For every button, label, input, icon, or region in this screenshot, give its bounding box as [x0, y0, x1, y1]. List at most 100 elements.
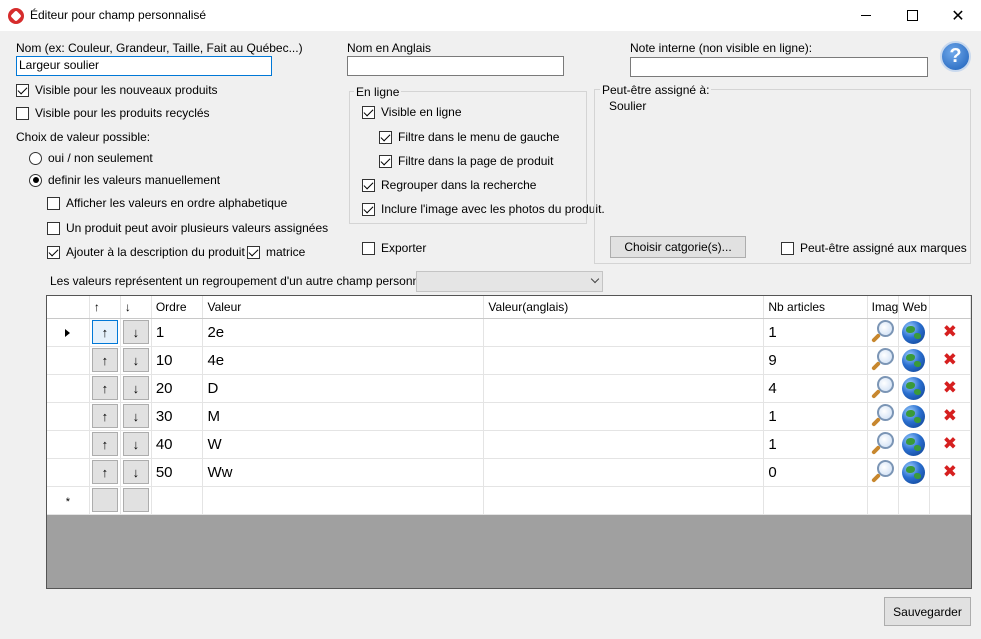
- magnifier-icon[interactable]: [870, 460, 895, 484]
- image-cell[interactable]: [867, 486, 899, 515]
- column-header-image[interactable]: Imag: [867, 296, 899, 319]
- count-cell[interactable]: 1: [763, 318, 868, 347]
- value-en-cell[interactable]: [483, 430, 765, 459]
- visible-new-checkbox[interactable]: Visible pour les nouveaux produits: [16, 83, 218, 97]
- value-en-cell[interactable]: [483, 318, 765, 347]
- close-button[interactable]: ✕: [935, 0, 981, 31]
- move-down-button[interactable]: [122, 488, 149, 512]
- visible-online-checkbox[interactable]: Visible en ligne: [362, 105, 462, 119]
- order-cell[interactable]: 1: [151, 318, 204, 347]
- row-header[interactable]: [47, 402, 90, 431]
- move-up-button[interactable]: ↑: [91, 460, 118, 484]
- table-row[interactable]: ↑ ↓ 30 M 1 ✖: [47, 402, 971, 431]
- row-header[interactable]: [47, 458, 90, 487]
- value-cell[interactable]: 4e: [202, 346, 485, 375]
- column-header-count[interactable]: Nb articles: [763, 296, 868, 319]
- filter-product-page-checkbox[interactable]: Filtre dans la page de produit: [379, 154, 553, 168]
- column-header-web[interactable]: Web: [898, 296, 930, 319]
- row-header[interactable]: *: [47, 486, 90, 515]
- column-header-delete[interactable]: [929, 296, 971, 319]
- alphabetical-checkbox[interactable]: Afficher les valeurs en ordre alphabetiq…: [47, 196, 287, 210]
- row-header[interactable]: [47, 374, 90, 403]
- delete-icon[interactable]: ✖: [930, 462, 970, 482]
- minimize-button[interactable]: [843, 0, 889, 31]
- row-header[interactable]: [47, 318, 90, 347]
- count-cell[interactable]: 9: [763, 346, 868, 375]
- radio-yes-no[interactable]: oui / non seulement: [29, 151, 153, 165]
- row-header[interactable]: [47, 430, 90, 459]
- move-down-button[interactable]: ↓: [122, 376, 149, 400]
- visible-recycled-checkbox[interactable]: Visible pour les produits recyclés: [16, 106, 210, 120]
- magnifier-icon[interactable]: [870, 432, 895, 456]
- choose-categories-button[interactable]: Choisir catgorie(s)...: [610, 236, 746, 258]
- column-header-value[interactable]: Valeur: [202, 296, 485, 319]
- globe-icon[interactable]: [902, 432, 926, 456]
- maximize-button[interactable]: [889, 0, 935, 31]
- filter-left-menu-checkbox[interactable]: Filtre dans le menu de gauche: [379, 130, 559, 144]
- web-cell[interactable]: [898, 486, 930, 515]
- delete-cell[interactable]: [929, 486, 971, 515]
- table-row[interactable]: ↑ ↓ 1 2e 1 ✖: [47, 318, 971, 347]
- value-cell[interactable]: D: [202, 374, 485, 403]
- column-header-value-en[interactable]: Valeur(anglais): [483, 296, 765, 319]
- move-down-button[interactable]: ↓: [122, 320, 149, 344]
- export-checkbox[interactable]: Exporter: [362, 241, 426, 255]
- delete-icon[interactable]: ✖: [930, 378, 970, 398]
- move-up-button[interactable]: ↑: [91, 404, 118, 428]
- add-description-checkbox[interactable]: Ajouter à la description du produit: [47, 245, 245, 259]
- move-up-button[interactable]: ↑: [91, 348, 118, 372]
- assign-brands-checkbox[interactable]: Peut-être assigné aux marques: [781, 241, 967, 255]
- value-en-cell[interactable]: [483, 346, 765, 375]
- value-en-cell[interactable]: [483, 374, 765, 403]
- move-down-button[interactable]: ↓: [122, 348, 149, 372]
- order-cell[interactable]: [151, 486, 204, 515]
- value-en-cell[interactable]: [483, 458, 765, 487]
- move-up-button[interactable]: ↑: [91, 320, 118, 344]
- row-header[interactable]: [47, 346, 90, 375]
- move-down-button[interactable]: ↓: [122, 460, 149, 484]
- delete-icon[interactable]: ✖: [930, 322, 970, 342]
- order-cell[interactable]: 10: [151, 346, 204, 375]
- help-icon[interactable]: ?: [940, 41, 971, 72]
- value-en-cell[interactable]: [483, 402, 765, 431]
- magnifier-icon[interactable]: [870, 376, 895, 400]
- internal-note-input[interactable]: [630, 57, 928, 77]
- group-search-checkbox[interactable]: Regrouper dans la recherche: [362, 178, 536, 192]
- table-row[interactable]: ↑ ↓ 40 W 1 ✖: [47, 430, 971, 459]
- english-name-input[interactable]: [347, 56, 564, 76]
- value-cell[interactable]: 2e: [202, 318, 485, 347]
- globe-icon[interactable]: [902, 376, 926, 400]
- globe-icon[interactable]: [902, 404, 926, 428]
- globe-icon[interactable]: [902, 348, 926, 372]
- name-input[interactable]: Largeur soulier: [16, 56, 272, 76]
- table-row[interactable]: ↑ ↓ 10 4e 9 ✖: [47, 346, 971, 375]
- magnifier-icon[interactable]: [870, 404, 895, 428]
- values-grid[interactable]: ↑ ↓ Ordre Valeur Valeur(anglais) Nb arti…: [46, 295, 972, 589]
- new-row[interactable]: *: [47, 486, 971, 515]
- value-cell[interactable]: [202, 486, 485, 515]
- value-en-cell[interactable]: [483, 486, 765, 515]
- move-up-button[interactable]: ↑: [91, 432, 118, 456]
- table-row[interactable]: ↑ ↓ 50 Ww 0 ✖: [47, 458, 971, 487]
- grouping-select[interactable]: [416, 271, 603, 292]
- magnifier-icon[interactable]: [870, 320, 895, 344]
- count-cell[interactable]: [763, 486, 868, 515]
- value-cell[interactable]: W: [202, 430, 485, 459]
- globe-icon[interactable]: [902, 460, 926, 484]
- order-cell[interactable]: 20: [151, 374, 204, 403]
- move-down-button[interactable]: ↓: [122, 432, 149, 456]
- column-header-down[interactable]: ↓: [120, 296, 152, 319]
- delete-icon[interactable]: ✖: [930, 406, 970, 426]
- move-up-button[interactable]: [91, 488, 118, 512]
- delete-icon[interactable]: ✖: [930, 434, 970, 454]
- save-button[interactable]: Sauvegarder: [884, 597, 971, 626]
- multiple-values-checkbox[interactable]: Un produit peut avoir plusieurs valeurs …: [47, 221, 328, 235]
- globe-icon[interactable]: [902, 320, 926, 344]
- move-down-button[interactable]: ↓: [122, 404, 149, 428]
- count-cell[interactable]: 1: [763, 430, 868, 459]
- count-cell[interactable]: 4: [763, 374, 868, 403]
- count-cell[interactable]: 0: [763, 458, 868, 487]
- matrix-checkbox[interactable]: matrice: [247, 245, 305, 259]
- radio-manual[interactable]: definir les valeurs manuellement: [29, 173, 220, 187]
- include-image-checkbox[interactable]: Inclure l'image avec les photos du produ…: [362, 202, 605, 216]
